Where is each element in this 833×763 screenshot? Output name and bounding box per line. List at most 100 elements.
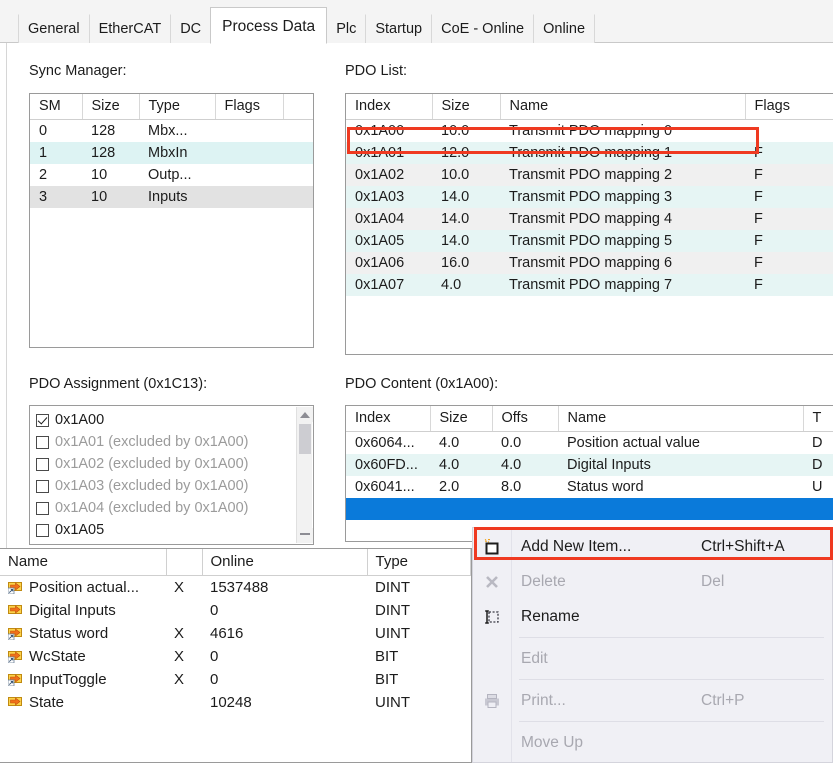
- pdo-assignment-item[interactable]: 0x1A04 (excluded by 0x1A00): [30, 497, 313, 519]
- pdo-list-col-flags[interactable]: Flags: [745, 94, 833, 120]
- scroll-down-arrow-icon[interactable]: [297, 528, 313, 543]
- sm-cell-type: Outp...: [139, 164, 215, 186]
- pdo-assignment-scrollbar[interactable]: [296, 407, 313, 543]
- pdo-content-col-name[interactable]: Name: [558, 406, 804, 432]
- pdo-content-cell-name: Status word: [558, 476, 803, 498]
- pdo-assignment-item[interactable]: 0x1A05: [30, 519, 313, 541]
- pdo-list-col-size[interactable]: Size: [432, 94, 501, 120]
- tab-ethercat[interactable]: EtherCAT: [88, 14, 172, 43]
- menu-item-label: Edit: [521, 649, 548, 667]
- checkbox-icon[interactable]: [36, 413, 49, 427]
- sync-manager-row[interactable]: 1 128 MbxIn: [30, 142, 313, 164]
- menu-item-delete: Delete Del: [473, 564, 832, 599]
- pdo-list-row[interactable]: 0x1A00 10.0 Transmit PDO mapping 0: [346, 119, 833, 142]
- input-variable-icon: [8, 697, 22, 706]
- sm-col-type[interactable]: Type: [139, 94, 216, 120]
- pdo-list-row[interactable]: 0x1A05 14.0 Transmit PDO mapping 5F: [346, 230, 833, 252]
- sm-col-size[interactable]: Size: [82, 94, 140, 120]
- tab-online[interactable]: Online: [533, 14, 596, 43]
- sync-manager-row[interactable]: 2 10 Outp...: [30, 164, 313, 186]
- pdo-assignment-item[interactable]: 0x1A03 (excluded by 0x1A00): [30, 475, 313, 497]
- pdo-list-row[interactable]: 0x1A07 4.0 Transmit PDO mapping 7F: [346, 274, 833, 296]
- variable-cell-flag: [166, 599, 202, 622]
- input-variable-linked-icon: [8, 674, 22, 686]
- variable-name-wrap: InputToggle: [8, 671, 166, 688]
- pdo-assignment-item[interactable]: 0x1A01 (excluded by 0x1A00): [30, 431, 313, 453]
- checkbox-icon[interactable]: [36, 457, 49, 471]
- pdo-list-cell-name: Transmit PDO mapping 5: [500, 230, 745, 252]
- pdo-content-cell-name: Digital Inputs: [558, 454, 803, 476]
- variable-cell-online: 10248: [210, 694, 252, 711]
- pdo-list-row[interactable]: 0x1A03 14.0 Transmit PDO mapping 3F: [346, 186, 833, 208]
- context-menu[interactable]: Add New Item... Ctrl+Shift+A Delete Del Rena…: [472, 527, 833, 763]
- tab-process-data[interactable]: Process Data: [210, 7, 328, 44]
- variable-cell-flag: X: [174, 671, 185, 688]
- add-new-item-icon: [484, 538, 499, 555]
- pdo-content-row[interactable]: 0x60FD... 4.0 4.0 Digital Inputs D: [346, 454, 833, 476]
- pdo-content-col-t[interactable]: T: [803, 406, 833, 432]
- sync-manager-row[interactable]: 0 128 Mbx...: [30, 119, 313, 142]
- pdo-content-row[interactable]: [346, 498, 833, 520]
- pdo-list-row[interactable]: 0x1A06 16.0 Transmit PDO mapping 6F: [346, 252, 833, 274]
- input-variable-icon: [8, 605, 22, 614]
- variables-grid[interactable]: Name Online Type Position actual... X 153748…: [0, 548, 472, 763]
- pdo-list-row[interactable]: 0x1A01 12.0 Transmit PDO mapping 1F: [346, 142, 833, 164]
- pdo-content-col-index[interactable]: Index: [346, 406, 431, 432]
- sync-manager-label: Sync Manager:: [29, 63, 127, 79]
- variable-row[interactable]: Position actual... X 1537488 DINT: [0, 576, 471, 600]
- pdo-list-cell-name: Transmit PDO mapping 4: [500, 208, 745, 230]
- scroll-up-arrow-icon[interactable]: [297, 407, 313, 422]
- scroll-thumb[interactable]: [299, 424, 311, 454]
- checkbox-icon[interactable]: [36, 435, 49, 449]
- variables-col-blank[interactable]: [166, 549, 203, 576]
- pdo-list-row[interactable]: 0x1A04 14.0 Transmit PDO mapping 4F: [346, 208, 833, 230]
- variable-name-label: Status word: [29, 625, 109, 642]
- pdo-content-cell-name: Position actual value: [558, 431, 803, 454]
- variables-table: Name Online Type Position actual... X 153748…: [0, 549, 471, 714]
- tab-coe-online[interactable]: CoE - Online: [431, 14, 535, 43]
- variable-row[interactable]: Digital Inputs 0 DINT: [0, 599, 471, 622]
- pdo-assignment-item[interactable]: 0x1A02 (excluded by 0x1A00): [30, 453, 313, 475]
- tab-startup[interactable]: Startup: [365, 14, 433, 43]
- sync-manager-list[interactable]: SM Size Type Flags 0 128 Mbx... 1 128 MbxIn 2 10 Ou…: [29, 93, 314, 348]
- pdo-list-cell-flags: F: [745, 230, 833, 252]
- pdo-content-col-offs[interactable]: Offs: [492, 406, 559, 432]
- pdo-list-cell-index: 0x1A02: [346, 164, 432, 186]
- variable-row[interactable]: State 10248 UINT: [0, 691, 471, 714]
- variables-col-type[interactable]: Type: [367, 549, 471, 576]
- tab-dc[interactable]: DC: [170, 14, 212, 43]
- sm-col-sm[interactable]: SM: [30, 94, 83, 120]
- checkbox-icon[interactable]: [36, 479, 49, 493]
- tab-plc[interactable]: Plc: [326, 14, 367, 43]
- pdo-assignment-list[interactable]: 0x1A00 0x1A01 (excluded by 0x1A00) 0x1A02 …: [29, 405, 314, 545]
- sync-manager-row[interactable]: 3 10 Inputs: [30, 186, 313, 208]
- variable-row[interactable]: WcState X 0 BIT: [0, 645, 471, 668]
- menu-item-shortcut: Ctrl+P: [701, 691, 745, 709]
- rename-icon-wrap: [483, 608, 501, 626]
- sm-col-spacer: [283, 94, 313, 120]
- pdo-list-col-index[interactable]: Index: [346, 94, 433, 120]
- pdo-list-cell-flags: [745, 119, 833, 142]
- pdo-list-cell-flags: F: [745, 208, 833, 230]
- tab-general[interactable]: General: [18, 14, 90, 43]
- checkbox-icon[interactable]: [36, 501, 49, 515]
- checkbox-icon[interactable]: [36, 523, 49, 537]
- menu-item-add-new-item[interactable]: Add New Item... Ctrl+Shift+A: [473, 529, 832, 564]
- menu-item-rename[interactable]: Rename: [473, 599, 832, 634]
- pdo-assignment-item[interactable]: 0x1A00: [30, 409, 313, 431]
- pdo-list-row[interactable]: 0x1A02 10.0 Transmit PDO mapping 2F: [346, 164, 833, 186]
- pdo-content-col-size[interactable]: Size: [430, 406, 493, 432]
- sm-cell-spacer: [283, 119, 313, 142]
- sm-cell-sm: 0: [30, 119, 82, 142]
- pdo-list-cell-size: 16.0: [432, 252, 500, 274]
- variable-row[interactable]: InputToggle X 0 BIT: [0, 668, 471, 691]
- variables-col-online[interactable]: Online: [202, 549, 368, 576]
- pdo-content-row[interactable]: 0x6064... 4.0 0.0 Position actual value D: [346, 431, 833, 454]
- sm-col-flags[interactable]: Flags: [215, 94, 284, 120]
- variables-col-name[interactable]: Name: [0, 549, 167, 576]
- pdo-list-col-name[interactable]: Name: [500, 94, 746, 120]
- pdo-content-list[interactable]: Index Size Offs Name T 0x6064... 4.0 0.0 Positi…: [345, 405, 833, 542]
- pdo-content-row[interactable]: 0x6041... 2.0 8.0 Status word U: [346, 476, 833, 498]
- variable-row[interactable]: Status word X 4616 UINT: [0, 622, 471, 645]
- pdo-list[interactable]: Index Size Name Flags 0x1A00 10.0 Transmit PD…: [345, 93, 833, 355]
